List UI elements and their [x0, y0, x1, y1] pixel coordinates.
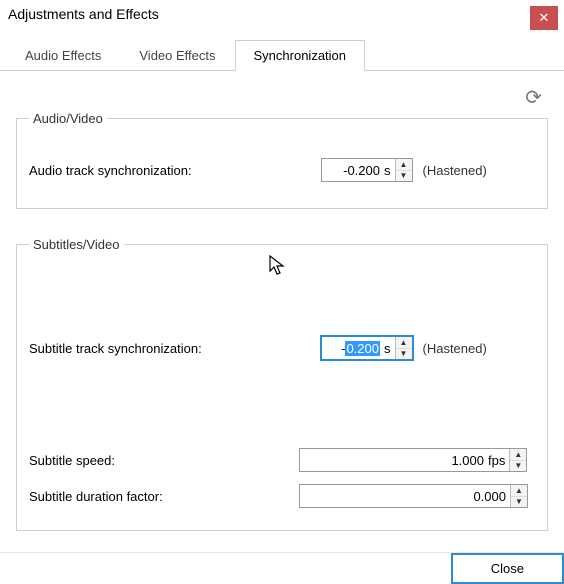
subtitle-sync-input[interactable]: -0.200 [322, 341, 384, 356]
audio-sync-spinbox[interactable]: s ▲ ▼ [321, 158, 413, 182]
close-glyph: ✕ [539, 10, 550, 26]
subtitle-sync-spinner: ▲ ▼ [395, 337, 412, 359]
group-audio-video-legend: Audio/Video [29, 111, 107, 126]
subtitle-duration-label: Subtitle duration factor: [29, 489, 279, 504]
tab-bar: Audio Effects Video Effects Synchronizat… [0, 40, 564, 71]
subtitle-sync-unit: s [384, 341, 395, 356]
tab-video-effects[interactable]: Video Effects [120, 40, 234, 70]
close-button[interactable]: Close [451, 553, 564, 584]
subtitle-speed-label: Subtitle speed: [29, 453, 279, 468]
bottom-bar: Close [0, 552, 564, 584]
subtitle-sync-up[interactable]: ▲ [396, 337, 412, 349]
refresh-icon[interactable]: ⟳ [525, 85, 542, 110]
audio-sync-up[interactable]: ▲ [396, 159, 412, 171]
subtitle-duration-spinbox[interactable]: ▲ ▼ [299, 484, 528, 508]
subtitle-sync-down[interactable]: ▼ [396, 349, 412, 360]
audio-sync-unit: s [384, 163, 395, 178]
close-icon[interactable]: ✕ [530, 6, 558, 30]
subtitle-sync-selection: 0.200 [345, 341, 380, 356]
subtitle-speed-spinner: ▲ ▼ [509, 449, 526, 471]
audio-sync-spinner: ▲ ▼ [395, 159, 412, 181]
subtitle-speed-unit: fps [488, 453, 509, 468]
subtitle-duration-up[interactable]: ▲ [511, 485, 527, 497]
subtitle-duration-down[interactable]: ▼ [511, 497, 527, 508]
group-subtitles-video: Subtitles/Video Subtitle track synchroni… [16, 237, 548, 531]
subtitle-speed-spinbox[interactable]: fps ▲ ▼ [299, 448, 527, 472]
audio-sync-down[interactable]: ▼ [396, 171, 412, 182]
tab-content: ⟳ Audio/Video Audio track synchronizatio… [0, 71, 564, 531]
audio-sync-input[interactable] [322, 159, 384, 181]
subtitle-speed-down[interactable]: ▼ [510, 461, 526, 472]
row-subtitle-sync: Subtitle track synchronization: -0.200 s… [29, 336, 535, 360]
row-subtitle-duration: Subtitle duration factor: ▲ ▼ [29, 484, 535, 508]
tab-audio-effects[interactable]: Audio Effects [6, 40, 120, 70]
row-audio-sync: Audio track synchronization: s ▲ ▼ (Hast… [29, 158, 535, 182]
subtitle-sync-spinbox[interactable]: -0.200 s ▲ ▼ [321, 336, 413, 360]
subtitle-speed-input[interactable] [300, 449, 488, 471]
subtitle-duration-spinner: ▲ ▼ [510, 485, 527, 507]
subtitle-duration-input[interactable] [300, 485, 510, 507]
window-title: Adjustments and Effects [8, 6, 159, 22]
group-audio-video: Audio/Video Audio track synchronization:… [16, 111, 548, 209]
tab-synchronization[interactable]: Synchronization [235, 40, 366, 71]
group-subtitles-video-legend: Subtitles/Video [29, 237, 124, 252]
audio-sync-status: (Hastened) [423, 163, 487, 178]
titlebar: Adjustments and Effects ✕ [0, 0, 564, 34]
audio-sync-label: Audio track synchronization: [29, 163, 279, 178]
row-subtitle-speed: Subtitle speed: fps ▲ ▼ [29, 448, 535, 472]
subtitle-speed-up[interactable]: ▲ [510, 449, 526, 461]
subtitle-sync-label: Subtitle track synchronization: [29, 341, 279, 356]
subtitle-sync-status: (Hastened) [423, 341, 487, 356]
